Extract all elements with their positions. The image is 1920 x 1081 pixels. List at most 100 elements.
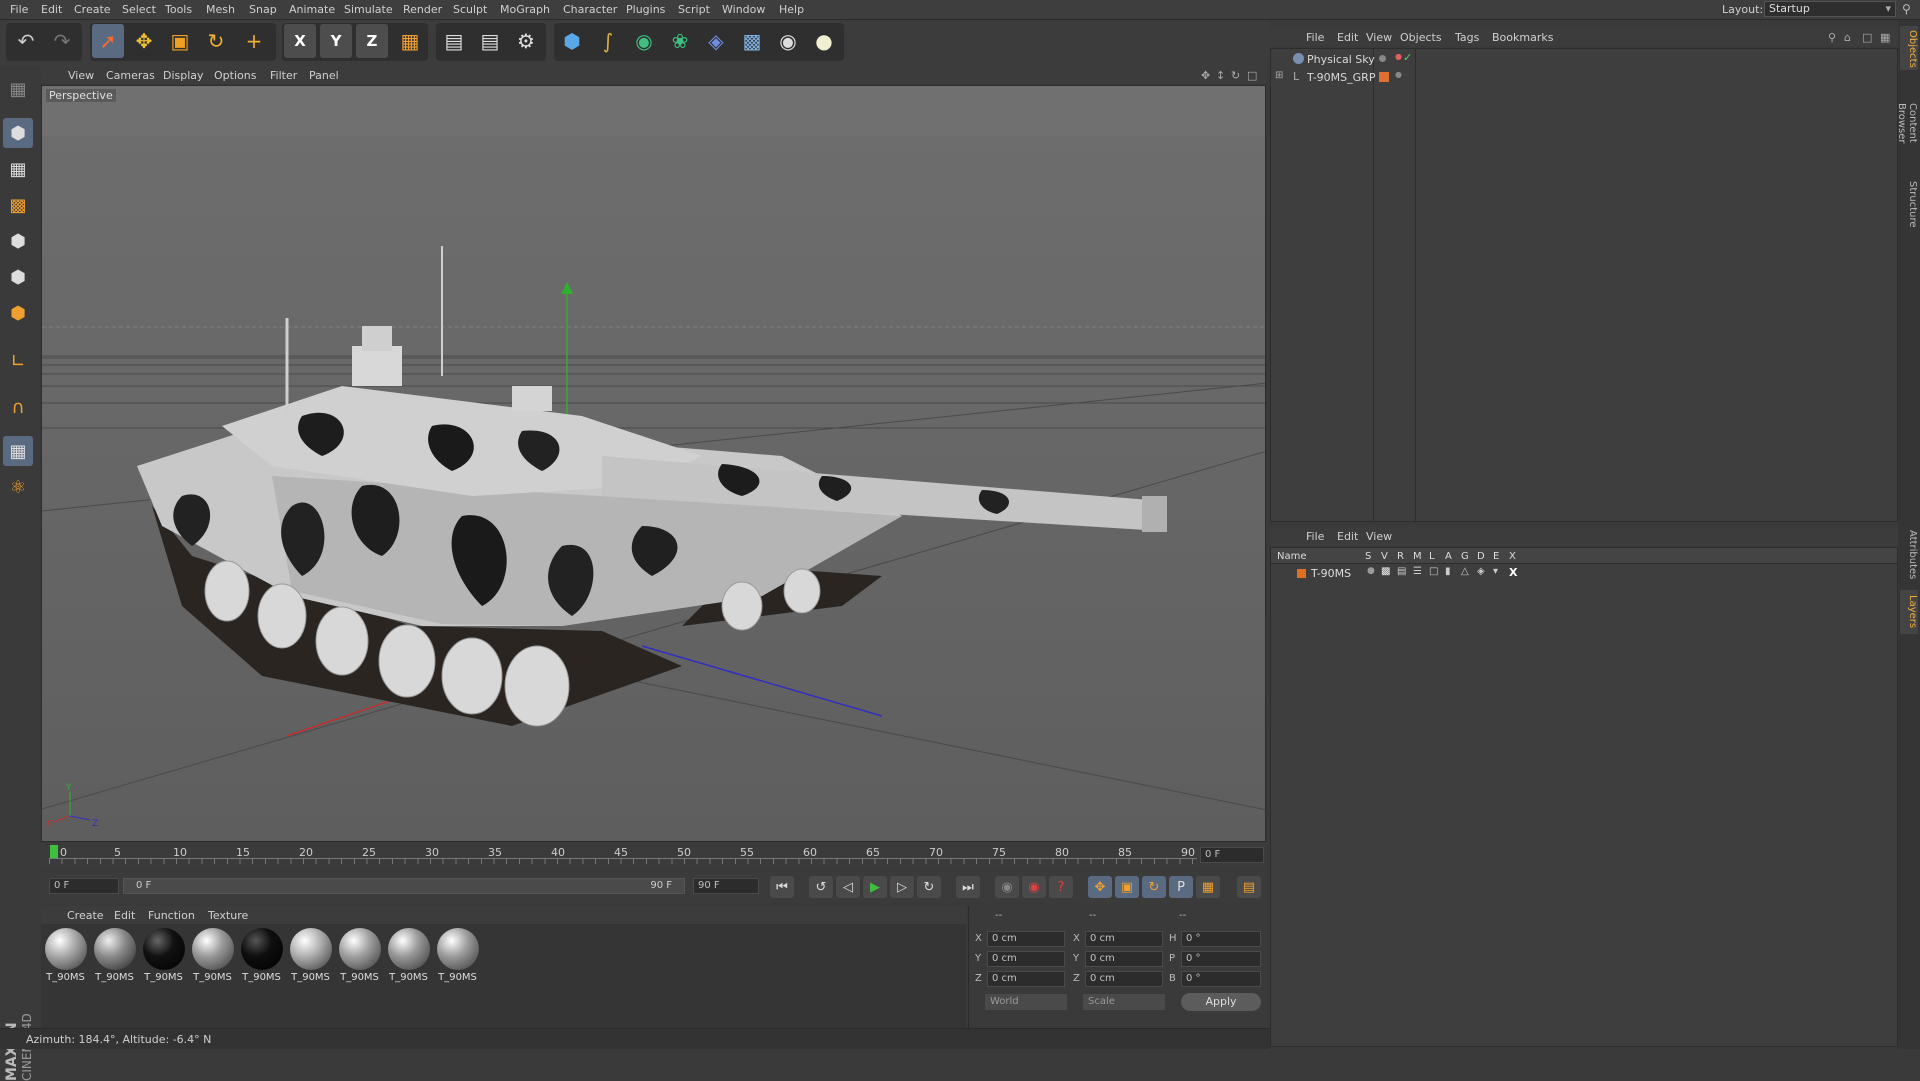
mograph-cloner-icon[interactable]: ❀	[664, 24, 696, 58]
material-item[interactable]: T_90MS	[386, 928, 431, 986]
menu-snap[interactable]: Snap	[249, 3, 277, 16]
object-home-icon[interactable]: ⌂	[1844, 31, 1851, 44]
end-frame-field[interactable]: 90 F	[693, 878, 759, 894]
menu-character[interactable]: Character	[563, 3, 617, 16]
layer-xref-icon[interactable]: X	[1509, 566, 1517, 579]
nurbs-icon[interactable]: ◉	[628, 24, 660, 58]
menu-script[interactable]: Script	[678, 3, 710, 16]
cube-icon[interactable]: ⬢	[556, 24, 588, 58]
coord-mode-dropdown[interactable]: World	[985, 994, 1067, 1010]
axis-mode-icon[interactable]: ∟	[3, 346, 33, 376]
viewport-menu-view[interactable]: View	[68, 69, 94, 82]
tab-attributes[interactable]: Attributes	[1900, 525, 1918, 585]
edges-mode-icon[interactable]: ⬢	[3, 262, 33, 292]
layer-deformers-icon[interactable]: ◈	[1477, 566, 1485, 577]
object-menu-bookmarks[interactable]: Bookmarks	[1492, 31, 1553, 44]
goto-start-icon[interactable]: ⏮	[770, 876, 794, 898]
coord-size-y-field[interactable]: 0 cm	[1085, 951, 1163, 967]
material-menu-texture[interactable]: Texture	[208, 909, 248, 922]
material-item[interactable]: T_90MS	[239, 928, 284, 986]
tab-objects[interactable]: Objects	[1900, 26, 1918, 70]
rotate-icon[interactable]: ↻	[200, 24, 232, 58]
menu-edit[interactable]: Edit	[41, 3, 62, 16]
start-frame-field[interactable]: 0 F	[49, 878, 119, 894]
deformer-icon[interactable]: ◈	[700, 24, 732, 58]
undo-icon[interactable]: ↶	[10, 24, 42, 58]
object-row[interactable]: Physical Sky ● ✓	[1271, 51, 1897, 69]
points-mode-icon[interactable]: ⬢	[3, 226, 33, 256]
coord-rot-p-field[interactable]: 0 °	[1181, 951, 1261, 967]
prev-frame-icon[interactable]: ◁	[836, 876, 860, 898]
key-rotation-icon[interactable]: ↻	[1142, 876, 1166, 898]
material-menu-function[interactable]: Function	[148, 909, 195, 922]
menu-file[interactable]: File	[10, 3, 28, 16]
layer-manager-icon[interactable]: ☰	[1413, 566, 1422, 577]
viewport-pan-icon[interactable]: ✥	[1201, 69, 1210, 82]
material-item[interactable]: T_90MS	[190, 928, 235, 986]
lock-workplane-icon[interactable]: ⚛	[3, 472, 33, 502]
object-expand-icon[interactable]: ▦	[1880, 31, 1890, 44]
selection-icon[interactable]: ➚	[92, 24, 124, 58]
layer-render-icon[interactable]: ▤	[1397, 566, 1406, 577]
viewport-menu-display[interactable]: Display	[163, 69, 204, 82]
coord-size-x-field[interactable]: 0 cm	[1085, 931, 1163, 947]
light-icon[interactable]: ●	[808, 24, 840, 58]
spline-icon[interactable]: ∫	[592, 24, 624, 58]
material-item[interactable]: T_90MS	[435, 928, 480, 986]
goto-end-icon[interactable]: ⏭	[956, 876, 980, 898]
coord-pos-x-field[interactable]: 0 cm	[987, 931, 1065, 947]
object-menu-objects[interactable]: Objects	[1400, 31, 1442, 44]
menu-tools[interactable]: Tools	[165, 3, 192, 16]
menu-window[interactable]: Window	[722, 3, 765, 16]
autokey-icon[interactable]: ◉	[1022, 876, 1046, 898]
key-scale-icon[interactable]: ▣	[1115, 876, 1139, 898]
material-item[interactable]: T_90MS	[141, 928, 186, 986]
object-render-visibility-dot[interactable]: ●	[1395, 52, 1402, 61]
object-row[interactable]: ⊞ L T-90MS_GRP ●	[1271, 69, 1897, 87]
next-frame-icon[interactable]: ▷	[890, 876, 914, 898]
layer-lock-icon[interactable]: □	[1429, 566, 1438, 577]
layer-animation-icon[interactable]: ▮	[1445, 566, 1451, 577]
viewport-menu-options[interactable]: Options	[214, 69, 256, 82]
object-visibility-dots[interactable]: ●	[1395, 70, 1402, 79]
redo-icon[interactable]: ↷	[46, 24, 78, 58]
search-icon[interactable]: ⚲	[1902, 2, 1916, 16]
coord-size-mode-dropdown[interactable]: Scale	[1083, 994, 1165, 1010]
expand-toggle-icon[interactable]: ⊞	[1275, 70, 1283, 81]
layer-generators-icon[interactable]: △	[1461, 566, 1469, 577]
edit-render-settings-icon[interactable]: ⚙	[510, 24, 542, 58]
workplane-icon[interactable]: ▩	[3, 190, 33, 220]
object-layer-color-swatch[interactable]	[1379, 72, 1389, 82]
key-position-icon[interactable]: ✥	[1088, 876, 1112, 898]
object-enabled-check-icon[interactable]: ✓	[1403, 51, 1412, 64]
viewport-rotate-icon[interactable]: ↻	[1231, 69, 1240, 82]
key-pla-icon[interactable]: ▦	[1196, 876, 1220, 898]
render-view-icon[interactable]: ▤	[438, 24, 470, 58]
object-editor-visibility-dot[interactable]	[1379, 55, 1386, 62]
layer-menu-edit[interactable]: Edit	[1337, 530, 1358, 543]
coord-pos-z-field[interactable]: 0 cm	[987, 971, 1065, 987]
material-item[interactable]: T_90MS	[92, 928, 137, 986]
layer-menu-file[interactable]: File	[1306, 530, 1324, 543]
tab-layers[interactable]: Layers	[1900, 590, 1918, 634]
coord-rot-h-field[interactable]: 0 °	[1181, 931, 1261, 947]
menu-sculpt[interactable]: Sculpt	[453, 3, 487, 16]
add-icon[interactable]: +	[238, 24, 270, 58]
x-axis-icon[interactable]: X	[284, 24, 316, 58]
next-key-icon[interactable]: ↻	[917, 876, 941, 898]
texture-mode-icon[interactable]: ▦	[3, 154, 33, 184]
z-axis-icon[interactable]: Z	[356, 24, 388, 58]
record-keys-icon[interactable]: ◉	[995, 876, 1019, 898]
render-picture-viewer-icon[interactable]: ▤	[474, 24, 506, 58]
keyframe-selection-icon[interactable]: ?	[1049, 876, 1073, 898]
coord-pos-y-field[interactable]: 0 cm	[987, 951, 1065, 967]
menu-mesh[interactable]: Mesh	[206, 3, 235, 16]
coord-rot-b-field[interactable]: 0 °	[1181, 971, 1261, 987]
prev-key-icon[interactable]: ↺	[809, 876, 833, 898]
coord-size-z-field[interactable]: 0 cm	[1085, 971, 1163, 987]
layout-dropdown[interactable]: Startup	[1764, 1, 1896, 17]
menu-create[interactable]: Create	[74, 3, 111, 16]
timeline-window-icon[interactable]: ▤	[1237, 876, 1261, 898]
move-icon[interactable]: ✥	[128, 24, 160, 58]
timeline-ruler[interactable]: 0 5 10 15 20 25 30 35 40 45 50 55 60 65 …	[41, 842, 1266, 868]
